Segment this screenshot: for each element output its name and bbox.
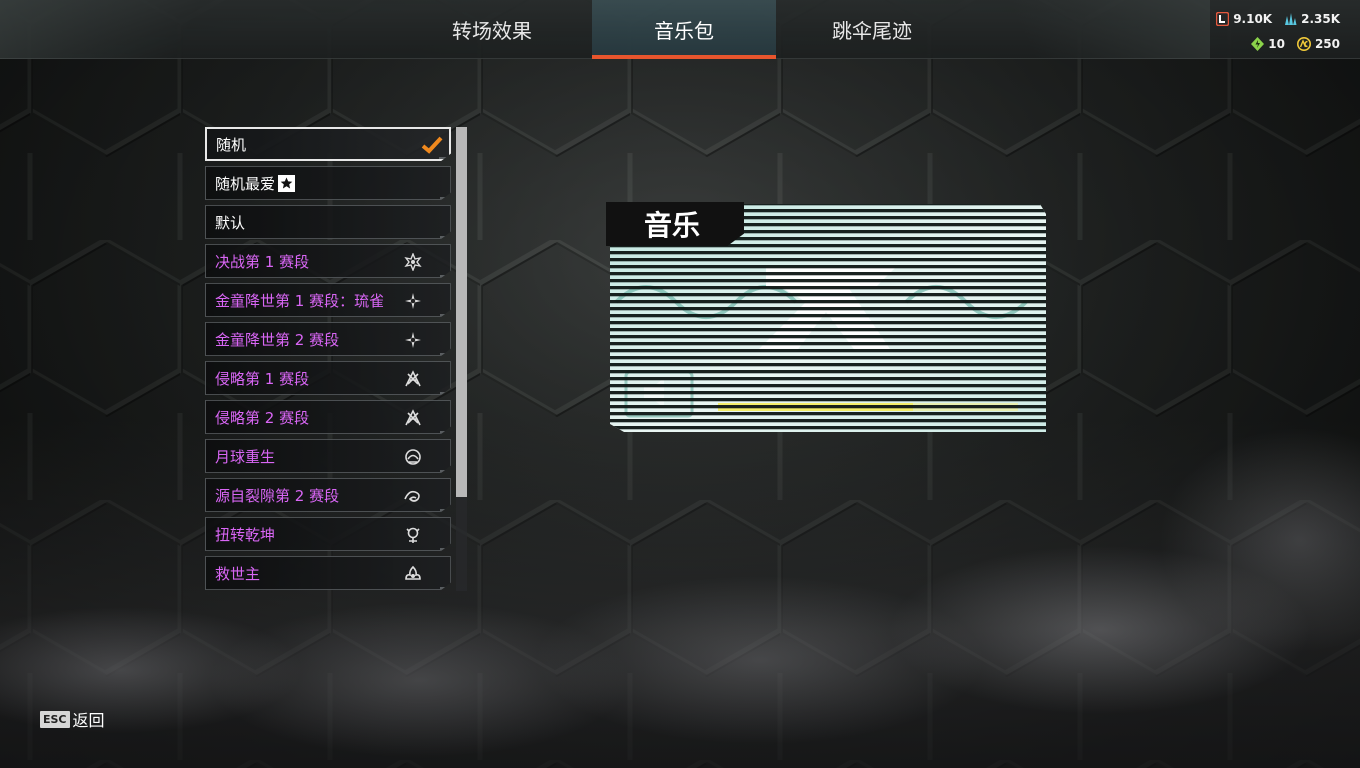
list-item-label: 随机最爱: [215, 174, 276, 193]
tab-skydive-trails[interactable]: 跳伞尾迹: [780, 0, 964, 59]
smoke-overlay: [0, 420, 1360, 768]
tab-transition-effects[interactable]: 转场效果: [400, 0, 584, 59]
list-item-random[interactable]: 随机: [205, 127, 451, 161]
list-item-default[interactable]: 默认: [205, 205, 451, 239]
moon-badge-icon: [405, 449, 421, 465]
list-scrollbar[interactable]: [456, 127, 467, 591]
list-item-label: 决战第 1 赛段: [215, 252, 310, 271]
crafting-metals-value: 2.35K: [1301, 12, 1340, 26]
exotic-shards-value: 10: [1268, 37, 1285, 51]
season-badge-icon: [405, 370, 421, 387]
list-item-label: 金童降世第 1 赛段：琉雀: [215, 291, 385, 310]
list-item-label: 金童降世第 2 赛段: [215, 330, 340, 349]
list-item-label: 月球重生: [215, 447, 276, 466]
back-button[interactable]: ESC 返回: [40, 707, 105, 731]
savior-badge-icon: [405, 565, 421, 580]
list-item-flip-the-script[interactable]: 扭转乾坤: [205, 517, 451, 551]
apex-coins-icon: [1296, 37, 1311, 51]
event-badge-icon: [405, 293, 421, 309]
preview-title: 音乐: [606, 202, 744, 246]
currency-row-2: 10 250: [1251, 37, 1340, 51]
list-item-random-favorites[interactable]: 随机最爱: [205, 166, 451, 200]
season-badge-icon: [405, 409, 421, 426]
list-item-label: 扭转乾坤: [215, 525, 276, 544]
exotic-shards-icon: [1251, 37, 1265, 51]
tab-label: 音乐包: [654, 19, 714, 43]
legend-tokens-value: 9.10K: [1233, 12, 1273, 26]
topbar-decoration-left: [0, 0, 260, 59]
scrollbar-thumb[interactable]: [456, 127, 467, 497]
legend-token-icon: [1216, 12, 1230, 26]
tab-label: 转场效果: [452, 19, 532, 43]
checkmark-icon: [421, 136, 443, 154]
list-item-label: 侵略第 2 赛段: [215, 408, 310, 427]
list-item-label: 随机: [216, 135, 247, 154]
topbar-decoration-right: [950, 0, 1210, 59]
preview-title-text: 音乐: [644, 209, 701, 242]
exotic-shards: 10: [1251, 37, 1285, 51]
legend-tokens: 9.10K: [1216, 12, 1272, 26]
list-item-event-split-2[interactable]: 金童降世第 2 赛段: [205, 322, 451, 356]
list-item-moon-rebirth[interactable]: 月球重生: [205, 439, 451, 473]
apex-coins-value: 250: [1314, 37, 1340, 51]
list-item-savior[interactable]: 救世主: [205, 556, 451, 590]
list-item-label: 救世主: [215, 564, 261, 583]
currency-row-1: 9.10K 2.35K: [1216, 12, 1340, 26]
list-item-label: 源自裂隙第 2 赛段: [215, 486, 340, 505]
list-item-invasion-split-1[interactable]: 侵略第 1 赛段: [205, 361, 451, 395]
crafting-metals-icon: [1285, 13, 1297, 25]
list-item-ranked-split-1[interactable]: 决战第 1 赛段: [205, 244, 451, 278]
list-item-label: 默认: [215, 213, 246, 232]
tab-label: 跳伞尾迹: [832, 19, 912, 43]
event-badge-icon: [405, 332, 421, 348]
tab-music-packs[interactable]: 音乐包: [592, 0, 776, 59]
music-preview-card: 音乐: [606, 202, 1048, 434]
favorite-icon: [278, 174, 296, 192]
back-label: 返回: [72, 711, 105, 730]
list-item-event-split-1[interactable]: 金童降世第 1 赛段：琉雀: [205, 283, 451, 317]
apex-coins: 250: [1296, 37, 1340, 51]
flip-badge-icon: [406, 527, 420, 543]
top-bar: 转场效果 音乐包 跳伞尾迹 9.10K 2.35K 10 250: [0, 0, 1360, 59]
ranked-badge-icon: [404, 253, 422, 271]
list-item-label: 侵略第 1 赛段: [215, 369, 310, 388]
list-item-rift-split-2[interactable]: 源自裂隙第 2 赛段: [205, 478, 451, 512]
crafting-metals: 2.35K: [1284, 12, 1340, 26]
rift-badge-icon: [404, 490, 420, 502]
list-item-invasion-split-2[interactable]: 侵略第 2 赛段: [205, 400, 451, 434]
esc-key-hint: ESC: [40, 710, 70, 728]
music-pack-list: 随机 随机最爱 默认 决战第 1 赛段 金童降世第 1 赛段：琉雀 金童降世第 …: [205, 127, 453, 595]
